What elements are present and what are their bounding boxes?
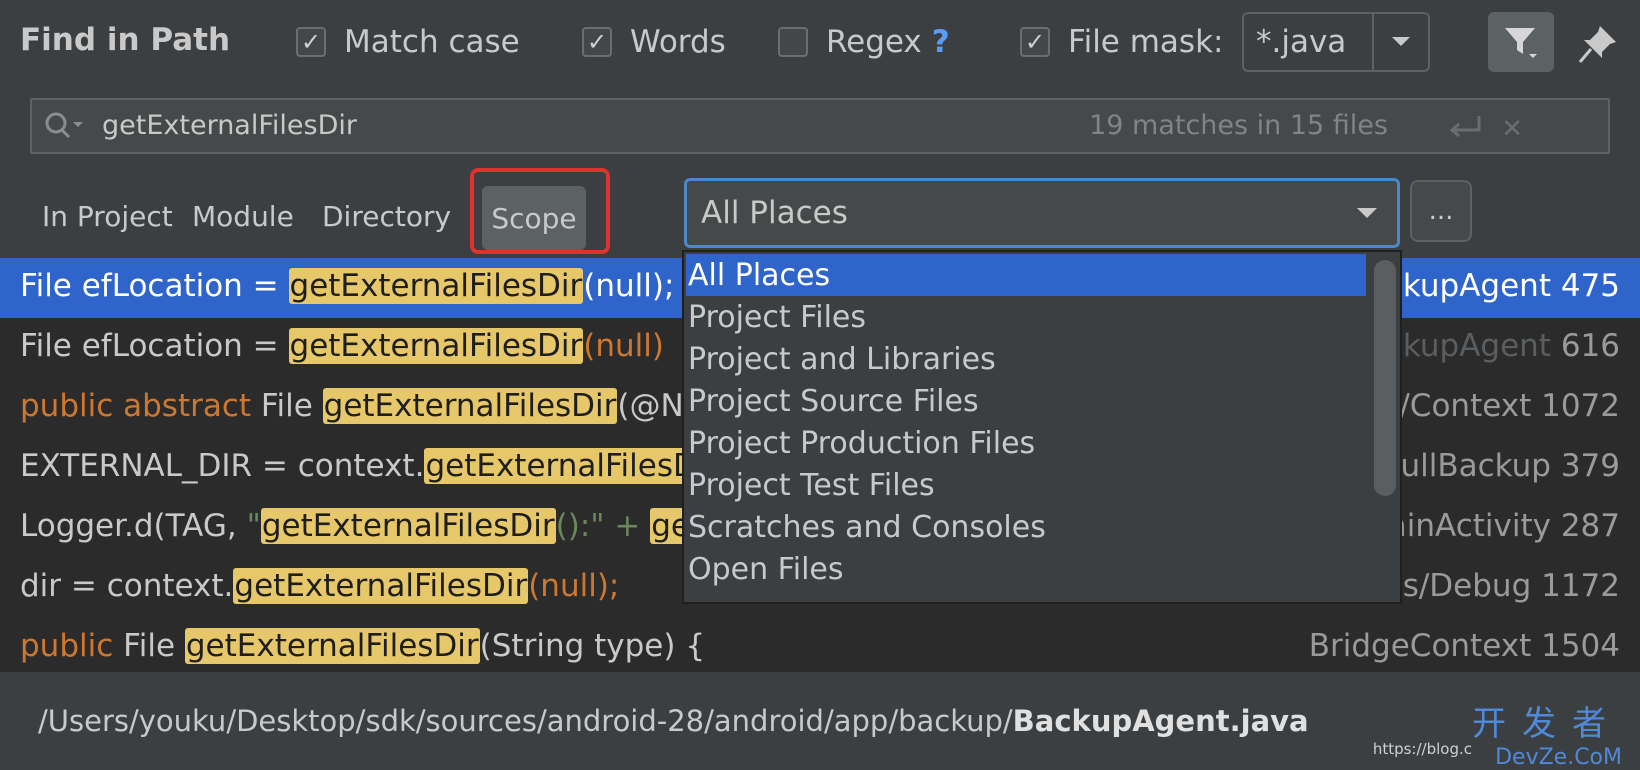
close-icon[interactable]: ✕ [1501,114,1523,144]
scope-highlight-outline [470,168,610,254]
list-item[interactable]: Project Production Files [686,422,1366,464]
pin-icon[interactable] [1576,22,1620,66]
result-location: os/Debug 1172 [1383,568,1620,604]
list-item[interactable]: Open Files [686,548,1366,590]
match-highlight: getExternalFilesDir [260,508,556,544]
words-option[interactable]: ✓ Words [582,20,726,64]
match-case-option[interactable]: ✓ Match case [296,20,520,64]
match-highlight: getExternalFilesDir [288,328,584,364]
match-highlight: getExternalFilesDir [322,388,618,424]
result-location: /Context 1072 [1399,388,1620,424]
tab-in-project[interactable]: In Project [42,200,173,233]
list-item[interactable]: Project Files [686,296,1366,338]
words-checkbox[interactable]: ✓ [582,27,612,57]
filter-icon [1505,28,1537,58]
chevron-down-icon[interactable] [1337,207,1397,220]
watermark-logo: 开发者 DevZe.CoM https://blog.c [1372,704,1622,770]
scope-dropdown-value: All Places [701,195,848,231]
regex-help-link[interactable]: ? [932,24,950,60]
match-highlight: getExternalFilesDir [184,628,480,664]
match-case-label: Match case [344,24,520,60]
result-location: FullBackup 379 [1384,448,1620,484]
scope-dropdown[interactable]: All Places [684,178,1400,248]
list-item[interactable]: Project Source Files [686,380,1366,422]
list-item[interactable]: Project Test Files [686,464,1366,506]
table-row[interactable]: public File getExternalFilesDir(String t… [0,618,1640,672]
file-mask-value[interactable]: *.java [1244,24,1372,60]
result-location: ainActivity 287 [1387,508,1620,544]
chevron-down-icon[interactable] [1372,14,1428,70]
regex-label: Regex [826,24,922,60]
match-case-checkbox[interactable]: ✓ [296,27,326,57]
filter-button[interactable] [1488,12,1554,72]
search-field[interactable]: getExternalFilesDir 19 matches in 15 fil… [30,98,1610,154]
dialog-title: Find in Path [20,22,231,58]
regex-option[interactable]: Regex ? [778,20,950,64]
scope-popup-list[interactable]: All Places Project Files Project and Lib… [682,250,1402,604]
result-location: ckupAgent 475 [1385,268,1620,304]
match-highlight: getExternalFilesDir [288,268,584,304]
result-location: BridgeContext 1504 [1308,628,1620,664]
list-item[interactable]: Scratches and Consoles [686,506,1366,548]
file-path: /Users/youku/Desktop/sdk/sources/android… [38,704,1309,738]
match-highlight: getExternalFilesD [424,448,698,484]
words-label: Words [630,24,726,60]
search-icon[interactable] [42,110,86,146]
tab-module[interactable]: Module [192,200,294,233]
list-item[interactable]: Project and Libraries [686,338,1366,380]
popup-scrollbar[interactable] [1374,260,1396,496]
list-item[interactable]: All Places [686,254,1366,296]
match-highlight: getExternalFilesDir [233,568,529,604]
file-mask-combo[interactable]: *.java [1242,12,1430,72]
file-mask-option[interactable]: ✓ File mask: [1020,20,1223,64]
scope-more-button[interactable]: ... [1410,180,1472,242]
enter-icon[interactable] [1447,114,1483,146]
match-count: 19 matches in 15 files [1089,110,1388,141]
tab-directory[interactable]: Directory [322,200,451,233]
result-location: ckupAgent 616 [1385,328,1620,364]
regex-checkbox[interactable] [778,27,808,57]
file-mask-checkbox[interactable]: ✓ [1020,27,1050,57]
file-mask-label: File mask: [1068,24,1224,60]
search-input[interactable]: getExternalFilesDir [102,110,357,141]
